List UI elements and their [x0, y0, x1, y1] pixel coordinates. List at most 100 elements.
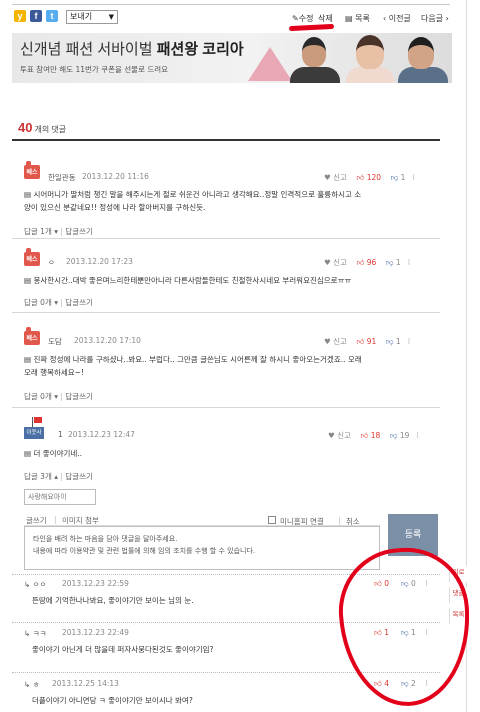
comment-divider — [12, 312, 440, 313]
comment-text: ▤ 더 좋이야기네.. — [24, 448, 82, 459]
thumbs-up-icon[interactable]: 👍︎ — [356, 173, 364, 182]
comment-text-line: 오래 행복하세요~! — [24, 368, 84, 377]
comment-actions: 답글 0개 ▾ | 답글쓰기 — [24, 298, 93, 307]
reply-text: 좋이야기 아닌게 더 많을데 퍼자사뭉다된것도 좋이야기임? — [32, 645, 214, 654]
more-icon[interactable]: ⁝ — [408, 258, 410, 267]
tab-write[interactable]: 글쓰기 — [26, 515, 47, 526]
comment-actions: 답글 0개 ▾ | 답글쓰기 — [24, 392, 93, 401]
downvote-count: 1 — [395, 258, 401, 267]
delete-link[interactable]: 삭제 — [318, 13, 333, 24]
upvote-count: 18 — [370, 431, 381, 440]
chevron-down-icon: ▾ — [54, 392, 59, 401]
reply-nickname[interactable]: ㅋㅋ — [33, 629, 47, 638]
prev-label: 이전글 — [388, 14, 411, 23]
write-reply-link[interactable]: 답글쓰기 — [65, 472, 93, 481]
next-label: 다음글 — [421, 14, 444, 23]
chevron-up-icon: ▴ — [54, 472, 59, 481]
reply-date: 2013.12.23 22:59 — [62, 579, 129, 588]
thumbs-down-icon[interactable]: 👎︎ — [386, 337, 394, 346]
more-icon[interactable]: ⁝ — [413, 173, 415, 182]
thumbs-down-icon[interactable]: 👎︎ — [391, 173, 399, 182]
comment-date: 2013.12.20 17:10 — [74, 336, 141, 345]
comment-text-line: 진짜 정성에 나라를 구하셨나..봐요.. 부럽다.. 그만큼 글쓴님도 시어른… — [33, 355, 362, 364]
chevron-right-icon: › — [445, 14, 449, 23]
reply-header: ↳ ㅇㅇ — [24, 579, 47, 590]
thumbs-up-icon[interactable]: 👍︎ — [356, 258, 364, 267]
replies-toggle[interactable]: 답글 3개 — [24, 472, 52, 481]
banner-person-image — [398, 67, 448, 83]
reply-nickname[interactable]: ㅎ — [33, 680, 40, 689]
comments-top-rule — [12, 139, 440, 141]
banner-triangle-graphic — [248, 47, 292, 81]
comment-votes: ♥ 신고 👍︎ 120 👎︎ 1 ⁝ — [324, 172, 415, 183]
reply-text: 더플이야기 아니면당 ㅋ 좋이야기만 보이시나 봐여? — [32, 696, 193, 705]
banner-person-image — [346, 67, 394, 83]
banner-face-image — [302, 37, 326, 67]
comment-nickname[interactable]: ㅇ — [48, 257, 55, 268]
chevron-down-icon: ▾ — [54, 298, 59, 307]
share-select-value: 보내기 — [70, 12, 93, 21]
share-select[interactable]: 보내기 ▼ — [66, 10, 118, 24]
comment-divider — [12, 238, 440, 239]
comment-nickname[interactable]: 도담 — [48, 336, 62, 347]
prev-link[interactable]: ‹ 이전글 — [383, 13, 411, 24]
best-badge: 베스 — [24, 248, 40, 266]
thumbs-down-icon[interactable]: 👎︎ — [390, 431, 398, 440]
comment-nickname[interactable]: 한일관동 — [48, 172, 76, 183]
banner-subtitle: 투표 참여만 해도 11번가 쿠폰을 선물로 드려요 — [20, 65, 169, 74]
downvote-count: 1 — [395, 337, 401, 346]
comment-icon: ▤ — [24, 190, 32, 199]
replies-toggle[interactable]: 답글 0개 — [24, 392, 52, 401]
share-yozm-icon[interactable]: y — [14, 10, 26, 22]
reply-nickname[interactable]: ㅇㅇ — [33, 580, 47, 589]
top-divider — [12, 4, 450, 5]
list-label: 목록 — [355, 14, 370, 23]
edit-link[interactable]: ✎수정 — [292, 13, 313, 24]
comment-text: ▤ 봉사한시간..대박 좋은며느리한테뿐만아니라 다른사람들한테도 친절한사시네… — [24, 275, 351, 286]
comment-icon: ▤ — [24, 449, 32, 458]
comment-text-line: 시어머니가 딸처럼 챙긴 말을 해주시는게 절로 쉬운건 아니라고 생각해요..… — [33, 190, 362, 199]
thumbs-up-icon[interactable]: 👍︎ — [356, 337, 364, 346]
list-link[interactable]: ▤ 목록 — [345, 13, 370, 24]
replies-toggle[interactable]: 답글 0개 — [24, 298, 52, 307]
twitter-icon[interactable]: t — [46, 10, 58, 22]
replies-toggle[interactable]: 답글 1개 — [24, 227, 52, 236]
ad-banner[interactable]: 신개념 패션 서바이벌 패션왕 코리아 투표 참여만 해도 11번가 쿠폰을 선… — [12, 33, 452, 83]
thumbs-up-icon[interactable]: 👍︎ — [360, 431, 368, 440]
report-button[interactable]: 신고 — [333, 258, 347, 267]
report-icon: ♥ — [328, 431, 335, 440]
comment-nickname[interactable]: 1 — [58, 430, 63, 439]
comment-date: 2013.12.23 12:47 — [68, 430, 135, 439]
reply-arrow-icon: ↳ — [24, 629, 31, 638]
reply-placeholder-line: 내용에 따라 이용약관 및 관련 법률에 의해 임의 조치를 수행 할 수 있습… — [33, 547, 256, 555]
downvote-count: 1 — [400, 173, 406, 182]
tab-image-attach[interactable]: 이미지 첨부 — [62, 515, 99, 526]
report-button[interactable]: 신고 — [333, 337, 347, 346]
comment-count: 40 개의 댓글 — [18, 120, 66, 135]
reply-arrow-icon: ↳ — [24, 580, 31, 589]
comment-text-line: 양이 있으신 분같네요!! 정성에 나라 할아버지를 구하신듯. — [24, 203, 206, 212]
more-icon[interactable]: ⁝ — [408, 337, 410, 346]
write-reply-link[interactable]: 답글쓰기 — [65, 227, 93, 236]
banner-title-part1: 신개념 패션 서바이벌 — [20, 41, 157, 58]
mini-homepage-checkbox[interactable] — [268, 516, 276, 524]
comment-text-line: 봉사한시간..대박 좋은며느리한테뿐만아니라 다른사람들한테도 친절한사시네요 … — [33, 276, 352, 285]
comment-date: 2013.12.20 11:16 — [82, 172, 149, 181]
reply-header: ↳ ㅋㅋ — [24, 628, 47, 639]
editor-toolbar: 글쓰기 | 이미지 첨부 — [24, 513, 380, 526]
reply-header: ↳ ㅎ — [24, 679, 40, 690]
reply-name-input[interactable]: 사랑해요아이 — [24, 489, 96, 505]
report-button[interactable]: 신고 — [333, 173, 347, 182]
separator: | — [338, 516, 341, 525]
downvote-count: 19 — [399, 431, 410, 440]
reply-textarea[interactable]: 타인을 배려 하는 마음을 담아 댓글을 달아주세요. 내용에 따라 이용약관 … — [24, 526, 380, 570]
report-button[interactable]: 신고 — [337, 431, 351, 440]
facebook-icon[interactable]: f — [30, 10, 42, 22]
more-icon[interactable]: ⁝ — [417, 431, 419, 440]
write-reply-link[interactable]: 답글쓰기 — [65, 298, 93, 307]
reply-date: 2013.12.23 22:49 — [62, 628, 129, 637]
thumbs-down-icon[interactable]: 👎︎ — [386, 258, 394, 267]
next-link[interactable]: 다음글 › — [421, 13, 449, 24]
comment-count-number: 40 — [18, 120, 33, 135]
write-reply-link[interactable]: 답글쓰기 — [65, 392, 93, 401]
